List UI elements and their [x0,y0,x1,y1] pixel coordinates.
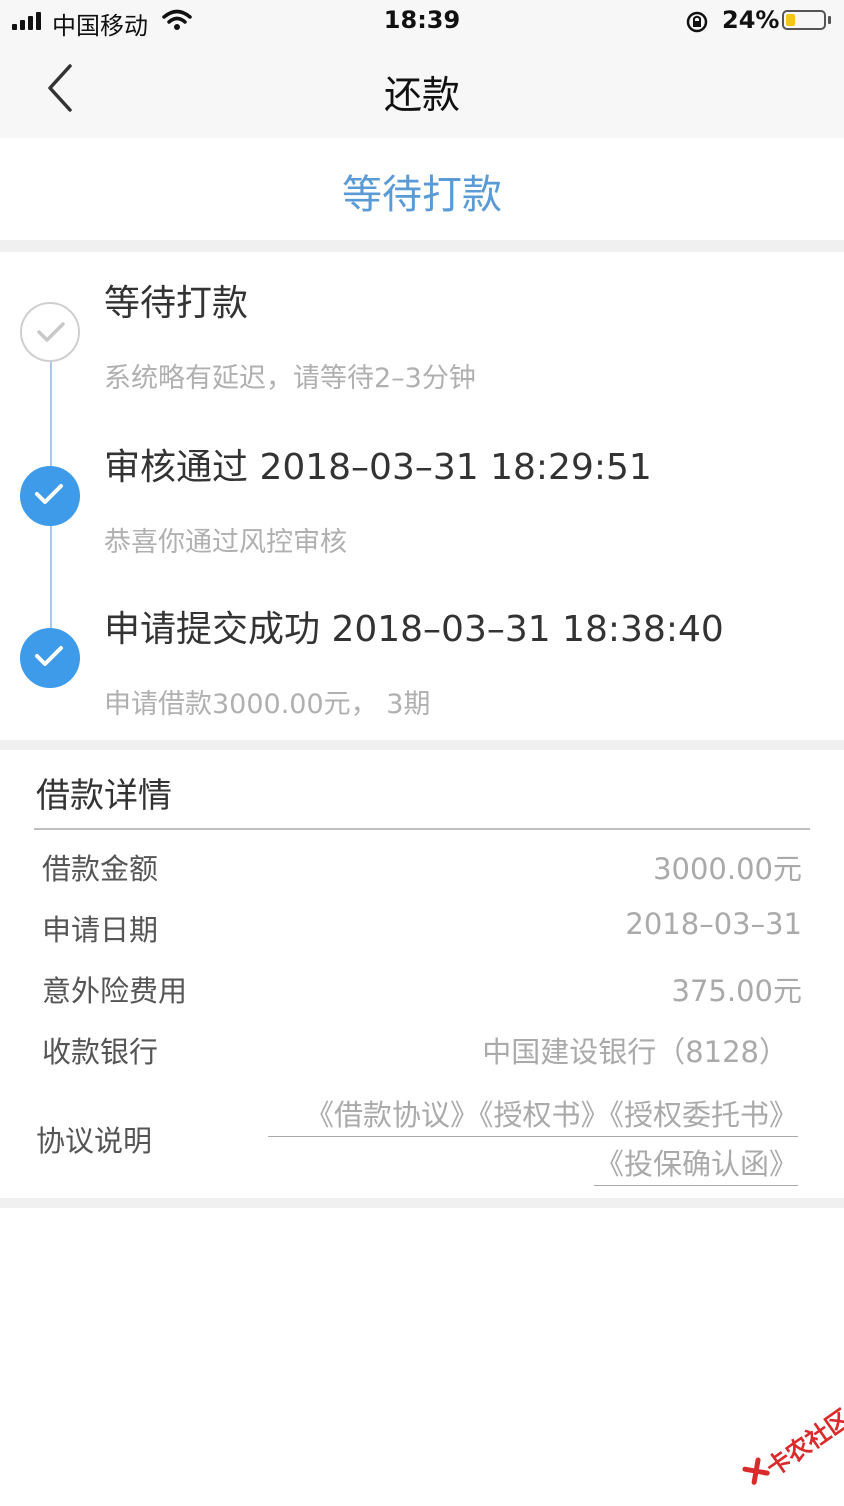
detail-row-label: 意外险费用 [42,974,188,1008]
power-of-attorney-link[interactable]: 《授权委托书》 [609,1098,798,1132]
loan-detail-card: 借款详情 借款金额 3000.00元 申请日期 2018–03–31 意外险费用… [0,750,844,1198]
section-divider [0,740,844,750]
detail-row-value: 中国建设银行（8128） [482,1035,788,1069]
agreement-line: 《投保确认函》 [594,1141,798,1186]
loan-status-title: 等待打款 [342,172,502,218]
timeline-step-title: 审核通过 2018–03–31 18:29:51 [104,447,652,488]
detail-row-label: 借款金额 [42,852,159,886]
timeline-step-desc: 申请借款3000.00元， 3期 [104,689,431,720]
insurance-confirmation-link[interactable]: 《投保确认函》 [595,1147,798,1181]
status-header: 等待打款 [0,138,844,240]
status-bar: 中国移动 18:39 24% [0,0,844,44]
timeline-step-desc: 系统略有延迟，请等待2–3分钟 [104,363,476,394]
progress-timeline: 等待打款 系统略有延迟，请等待2–3分钟 审核通过 2018–03–31 18:… [0,252,844,740]
detail-row-label: 申请日期 [42,913,159,947]
timeline-step-desc: 恭喜你通过风控审核 [104,527,347,558]
status-time: 18:39 [383,6,461,34]
authorization-link[interactable]: 《授权书》 [479,1098,610,1132]
orientation-lock-icon [684,9,710,39]
battery-icon [782,10,826,30]
check-circle-filled-icon [20,628,80,688]
loan-agreement-link[interactable]: 《借款协议》 [305,1098,479,1132]
detail-row-value: 375.00元 [671,974,802,1008]
section-divider [0,1198,844,1208]
detail-row-value: 3000.00元 [653,852,802,886]
timeline-step-title: 等待打款 [104,283,249,324]
detail-row-label: 收款银行 [42,1035,159,1069]
check-circle-filled-icon [20,466,80,526]
agreement-links: 《借款协议》《授权书》《授权委托书》 《投保确认函》 [268,1092,798,1190]
detail-row-value: 2018–03–31 [625,907,802,941]
agreement-label: 协议说明 [36,1124,153,1158]
page-title: 还款 [383,73,460,117]
nav-bar: 还款 [0,44,844,138]
battery-level-fill [786,14,795,26]
watermark-logo: 卡农社区 [733,1394,844,1506]
watermark-text: 卡农社区 [761,1404,844,1483]
section-divider [0,240,844,252]
check-circle-outline-icon [20,302,80,362]
battery-tip [828,16,831,24]
timeline-step-title: 申请提交成功 2018–03–31 18:38:40 [104,609,724,650]
detail-heading: 借款详情 [36,776,172,816]
battery-percent: 24% [722,6,780,34]
detail-divider [34,828,810,830]
agreement-line: 《借款协议》《授权书》《授权委托书》 [268,1092,798,1137]
